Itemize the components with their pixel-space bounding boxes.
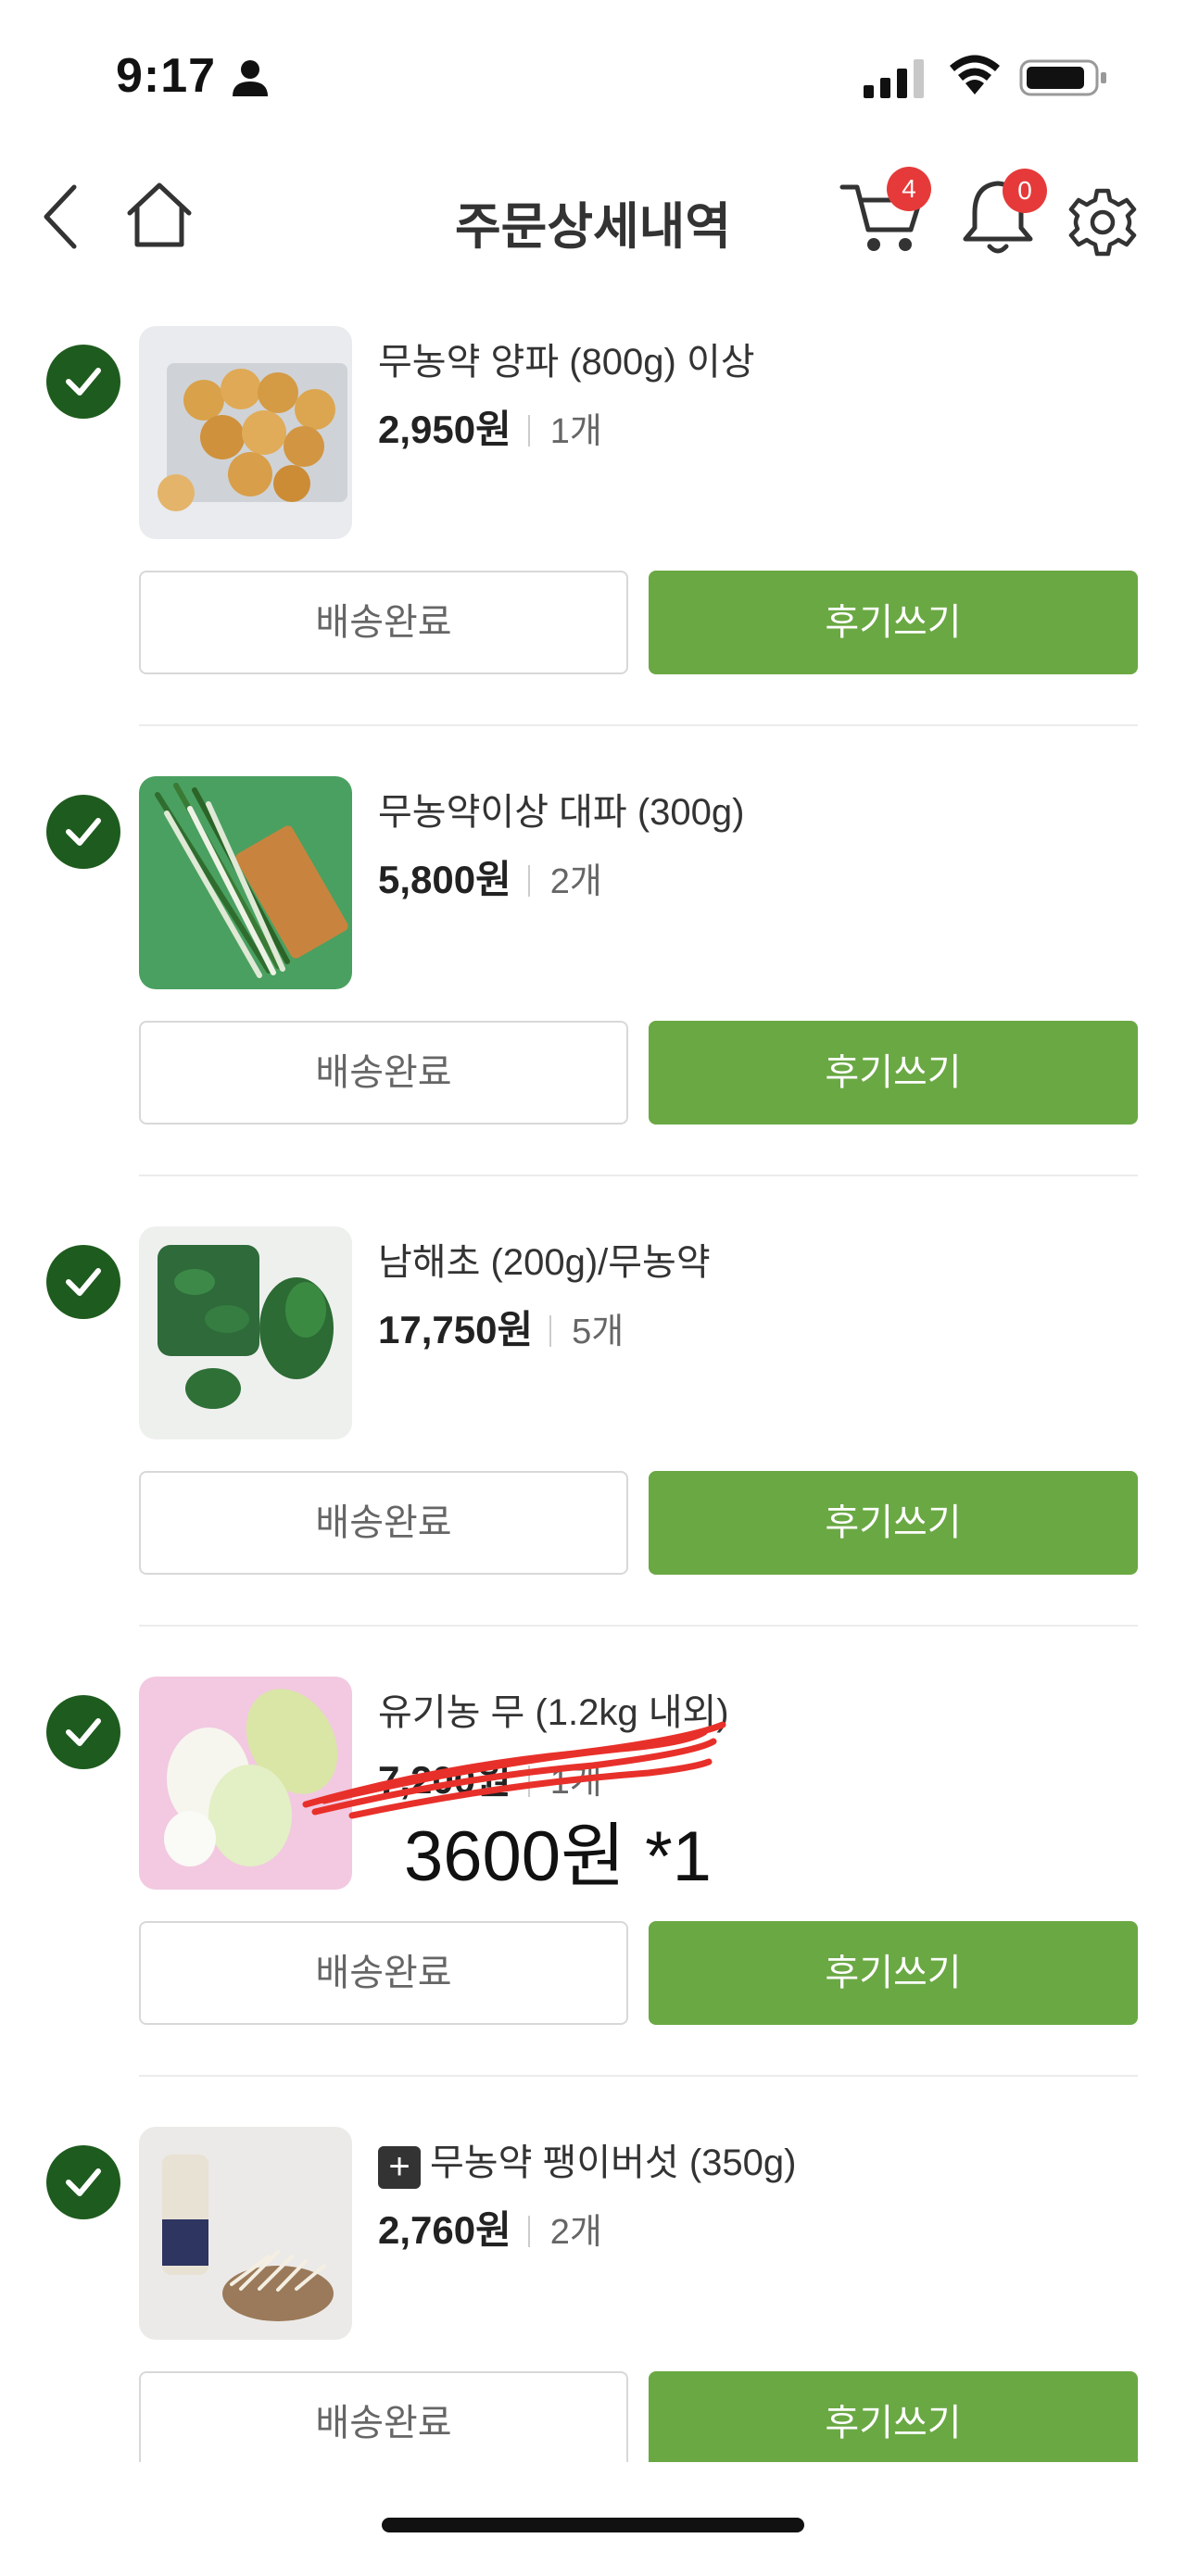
price-row: 17,750원 5개	[378, 1299, 624, 1355]
signal-icon	[864, 59, 924, 98]
product-name[interactable]: + 무농약 팽이버섯 (350g)	[378, 2132, 796, 2189]
notification-button[interactable]: 0	[956, 169, 1047, 259]
person-icon	[233, 60, 268, 96]
divider	[139, 1625, 1138, 1627]
delivery-status-button[interactable]: 배송완료	[139, 571, 628, 674]
write-review-button[interactable]: 후기쓰기	[649, 1921, 1138, 2025]
app-header: 주문상세내역 4 0	[0, 157, 1186, 278]
status-time: 9:17	[116, 49, 217, 103]
product-quantity: 1개	[549, 412, 602, 451]
cart-count-badge: 4	[887, 167, 931, 211]
product-quantity: 5개	[572, 1313, 625, 1351]
price-row: 2,760원 2개	[378, 2199, 602, 2256]
order-item: 남해초 (200g)/무농약 17,750원 5개 배송완료 후기쓰기	[0, 1226, 1186, 1676]
product-price: 17,750원	[378, 1308, 534, 1351]
product-name-text: 무농약 팽이버섯 (350g)	[430, 2142, 797, 2183]
write-review-button[interactable]: 후기쓰기	[649, 571, 1138, 674]
battery-icon	[1019, 59, 1106, 96]
separator	[527, 865, 530, 897]
divider	[139, 724, 1138, 726]
status-bar: 9:17	[0, 0, 1186, 139]
product-price: 5,800원	[378, 858, 511, 901]
product-price: 2,760원	[378, 2208, 511, 2252]
wifi-icon	[950, 55, 1000, 94]
product-name[interactable]: 무농약 양파 (800g) 이상	[378, 332, 755, 385]
delivery-status-button[interactable]: 배송완료	[139, 1471, 628, 1575]
write-review-button[interactable]: 후기쓰기	[649, 1471, 1138, 1575]
gear-icon[interactable]	[1066, 185, 1140, 259]
order-item: 무농약 양파 (800g) 이상 2,950원 1개 배송완료 후기쓰기	[0, 326, 1186, 775]
separator	[549, 1315, 552, 1347]
check-icon[interactable]	[46, 795, 120, 869]
write-review-button[interactable]: 후기쓰기	[649, 2371, 1138, 2462]
check-icon[interactable]	[46, 1245, 120, 1319]
divider	[139, 1175, 1138, 1176]
notification-count-badge: 0	[1003, 169, 1047, 213]
product-image-green-onion[interactable]	[139, 776, 352, 989]
separator	[527, 2216, 530, 2247]
plus-tag-icon: +	[378, 2146, 421, 2189]
product-image-spinach[interactable]	[139, 1226, 352, 1439]
product-quantity: 2개	[549, 2213, 602, 2252]
price-row: 2,950원 1개	[378, 398, 602, 455]
order-item: 무농약이상 대파 (300g) 5,800원 2개 배송완료 후기쓰기	[0, 776, 1186, 1225]
check-icon[interactable]	[46, 2145, 120, 2219]
price-row: 5,800원 2개	[378, 848, 602, 905]
separator	[527, 415, 530, 446]
check-icon[interactable]	[46, 1695, 120, 1769]
product-name[interactable]: 무농약이상 대파 (300g)	[378, 782, 744, 836]
home-indicator[interactable]	[382, 2518, 804, 2532]
delivery-status-button[interactable]: 배송완료	[139, 1021, 628, 1125]
order-item: + 무농약 팽이버섯 (350g) 2,760원 2개 배송완료 후기쓰기	[0, 2127, 1186, 2576]
delivery-status-button[interactable]: 배송완료	[139, 2371, 628, 2462]
product-image-enoki-mushroom[interactable]	[139, 2127, 352, 2340]
cart-button[interactable]: 4	[839, 167, 931, 259]
delivery-status-button[interactable]: 배송완료	[139, 1921, 628, 2025]
product-price: 2,950원	[378, 408, 511, 451]
check-icon[interactable]	[46, 345, 120, 419]
product-quantity: 2개	[549, 862, 602, 901]
write-review-button[interactable]: 후기쓰기	[649, 1021, 1138, 1125]
handwritten-price-note: 3600원 *1	[404, 1817, 712, 1896]
product-name[interactable]: 남해초 (200g)/무농약	[378, 1232, 711, 1286]
divider	[139, 2075, 1138, 2077]
product-image-onion[interactable]	[139, 326, 352, 539]
